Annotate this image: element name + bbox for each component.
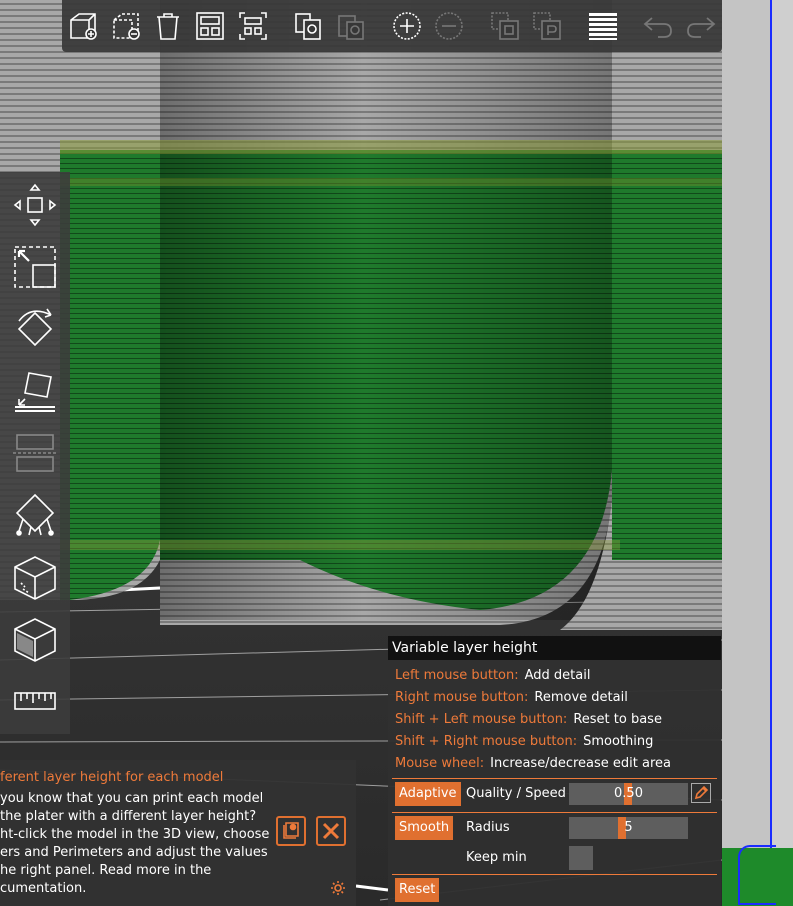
- hint-shift-right: Shift + Right mouse button: Smoothing: [395, 734, 654, 749]
- paste-icon[interactable]: [334, 8, 368, 44]
- hint-left-click: Left mouse button: Add detail: [395, 668, 591, 683]
- object-list-panel: [722, 0, 793, 906]
- rotate-icon[interactable]: [8, 300, 62, 358]
- hint-shift-left: Shift + Left mouse button: Reset to base: [395, 712, 662, 727]
- quality-slider[interactable]: 0.50: [569, 783, 688, 805]
- keep-min-label: Keep min: [466, 850, 527, 865]
- reset-button[interactable]: Reset: [395, 878, 440, 902]
- radius-label: Radius: [466, 820, 510, 835]
- cut-icon[interactable]: [8, 424, 62, 482]
- left-gizmo-toolbar: [0, 172, 70, 734]
- notification-line: ht-click the model in the 3D view, choos…: [0, 827, 270, 842]
- place-on-face-icon[interactable]: [8, 362, 62, 420]
- notification-line: ers and Perimeters and adjust the values: [0, 845, 268, 860]
- documentation-button[interactable]: [276, 816, 306, 846]
- book-icon: [283, 822, 299, 839]
- hint-right-click: Right mouse button: Remove detail: [395, 690, 628, 705]
- layer-editing-icon[interactable]: [586, 8, 620, 44]
- preview-outline: [738, 845, 776, 905]
- support-points-icon[interactable]: [8, 486, 62, 544]
- notification-line: the plater with a different layer height…: [0, 809, 257, 824]
- split-objects-icon[interactable]: [487, 8, 521, 44]
- hint-notification: ferent layer height for each model you k…: [0, 760, 356, 906]
- radius-slider[interactable]: 5: [569, 817, 688, 839]
- panel-title: Variable layer height: [388, 636, 721, 660]
- right-panel-scroll: [770, 0, 793, 906]
- remove-instance-icon[interactable]: [432, 8, 466, 44]
- top-toolbar: [62, 0, 722, 52]
- gear-icon: [331, 881, 345, 895]
- quality-label: Quality / Speed: [466, 786, 566, 801]
- adaptive-button[interactable]: Adaptive: [395, 782, 461, 806]
- split-parts-icon[interactable]: [530, 8, 564, 44]
- arrange-selection-icon[interactable]: [236, 8, 270, 44]
- undo-icon[interactable]: [641, 8, 675, 44]
- move-icon[interactable]: [8, 176, 62, 234]
- keep-min-checkbox[interactable]: [569, 846, 593, 870]
- copy-icon[interactable]: [291, 8, 325, 44]
- notification-title: ferent layer height for each model: [0, 770, 224, 785]
- close-notification-button[interactable]: [316, 816, 346, 846]
- measure-icon[interactable]: [8, 672, 62, 730]
- preferences-button[interactable]: [330, 880, 346, 896]
- close-icon: [322, 822, 340, 840]
- variable-layer-height-panel: Variable layer height Left mouse button:…: [388, 636, 721, 906]
- notification-line: you know that you can print each model: [0, 791, 264, 806]
- notification-line: cumentation.: [0, 881, 87, 896]
- mmu-painting-icon[interactable]: [8, 610, 62, 668]
- notification-line: he right panel. Read more in the: [0, 863, 212, 878]
- arrange-icon[interactable]: [193, 8, 227, 44]
- add-object-icon[interactable]: [66, 8, 100, 44]
- scale-icon[interactable]: [8, 238, 62, 296]
- edit-icon[interactable]: [691, 783, 711, 803]
- smooth-button[interactable]: Smooth: [395, 816, 454, 840]
- notification-body: you know that you can print each model t…: [0, 790, 270, 898]
- hint-mouse-wheel: Mouse wheel: Increase/decrease edit area: [395, 756, 671, 771]
- delete-all-icon[interactable]: [151, 8, 185, 44]
- redo-icon[interactable]: [684, 8, 718, 44]
- delete-object-icon[interactable]: [108, 8, 142, 44]
- seam-painting-icon[interactable]: [8, 548, 62, 606]
- add-instance-icon[interactable]: [389, 8, 423, 44]
